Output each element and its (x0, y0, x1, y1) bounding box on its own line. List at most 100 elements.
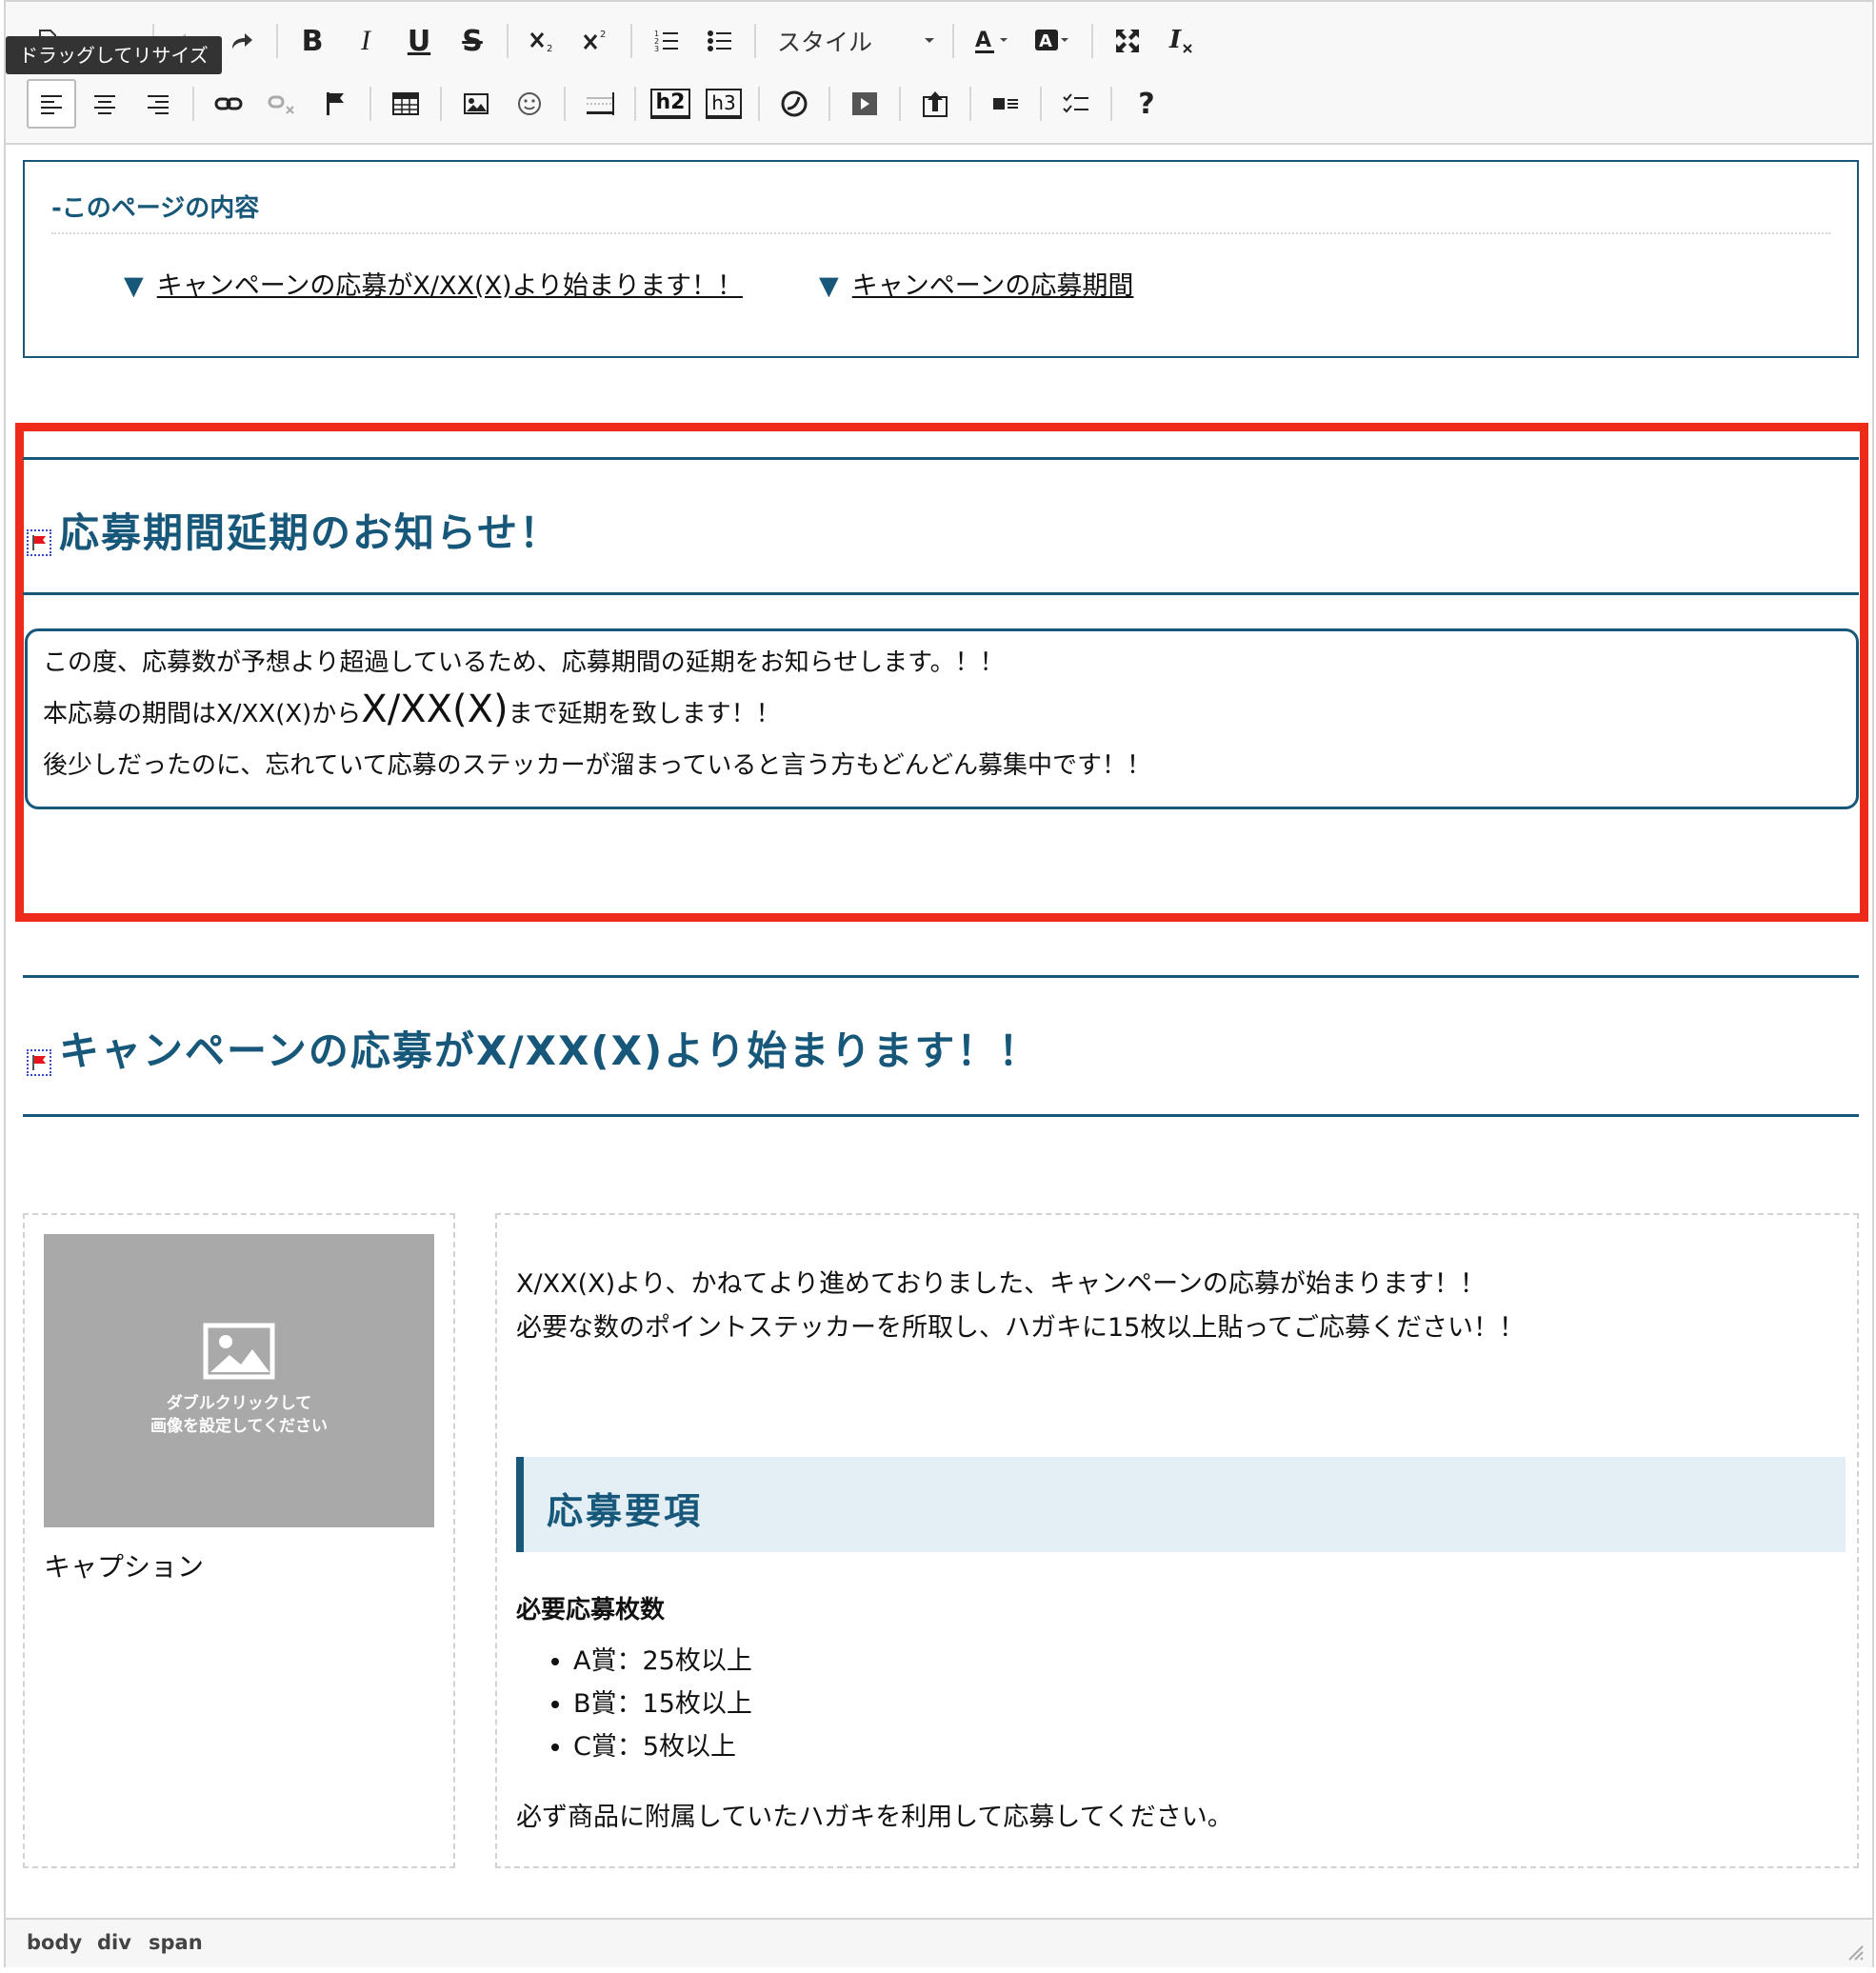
italic-button[interactable]: I (341, 16, 390, 66)
toolbar-separator (754, 24, 756, 58)
strikethrough-button[interactable]: S (448, 16, 497, 66)
layout-block-button[interactable] (981, 79, 1030, 129)
element-path-bar: body div span (6, 1918, 1872, 1967)
bulleted-list-icon (708, 30, 731, 51)
toc-title: -このページの内容 (51, 194, 260, 223)
list-item: A賞：25枚以上 (573, 1640, 752, 1683)
editor-content[interactable]: -このページの内容 ▼ キャンペーンの応募がX/XX(X)より始まります！！ ▼ キ… (6, 145, 1872, 1916)
unlink-button[interactable] (257, 79, 307, 129)
checklist-button[interactable] (1051, 79, 1101, 129)
h2-icon: h2 (649, 89, 691, 119)
link-button[interactable] (204, 79, 253, 129)
path-item-body[interactable]: body (27, 1931, 82, 1954)
toc-link[interactable]: ▼ キャンペーンの応募期間 (819, 265, 1133, 302)
intro-line-2: 必要な数のポイントステッカーを所取し、ハガキに15枚以上貼ってご応募ください！！ (516, 1313, 1526, 1343)
toc-link-label[interactable]: キャンペーンの応募期間 (852, 271, 1134, 301)
path-item-span[interactable]: span (149, 1931, 203, 1954)
underline-button[interactable]: U (394, 16, 444, 66)
toc-link[interactable]: ▼ キャンペーンの応募がX/XX(X)より始まります！！ (124, 265, 743, 302)
toolbar-separator (564, 87, 566, 121)
upload-icon (923, 91, 948, 117)
toolbar-separator (507, 24, 509, 58)
text-column: X/XX(X)より、かねてより進めておりました、キャンペーンの応募が始まります！… (495, 1213, 1859, 1868)
horizontal-rule-button[interactable] (575, 79, 625, 129)
video-icon (852, 92, 877, 115)
notice-line-2-post: まで延期を致します！！ (508, 700, 781, 728)
unlink-icon (268, 95, 294, 114)
image-placeholder-line-2: 画像を設定してください (150, 1417, 328, 1436)
toolbar-separator (369, 87, 371, 121)
resize-handle-icon[interactable] (1846, 1943, 1865, 1962)
toolbar-separator (1040, 87, 1042, 121)
remove-format-button[interactable]: I (1156, 16, 1206, 66)
text-color-button[interactable]: A (964, 16, 1021, 66)
triangle-down-icon: ▼ (124, 271, 144, 301)
video-button[interactable] (840, 79, 889, 129)
anchor-flag-icon[interactable] (27, 529, 51, 556)
section-heading-box: 応募要項 (516, 1457, 1846, 1552)
svg-text:2: 2 (547, 44, 552, 53)
heading-bottom-rule (23, 592, 1859, 595)
italic-icon: I (361, 25, 370, 56)
image-icon (203, 1323, 275, 1380)
flag-icon (327, 92, 344, 115)
toolbar-row-2: h2 h3 ? (25, 76, 1173, 131)
maximize-button[interactable] (1103, 16, 1152, 66)
heading-h2-button[interactable]: h2 (646, 79, 695, 129)
toc-link-label[interactable]: キャンペーンの応募がX/XX(X)より始まります！！ (157, 271, 743, 301)
svg-text:I: I (1168, 28, 1182, 54)
editor-toolbar: B I U S 2 2 123 スタイル A A I ドラッグしてリサイズ h2… (6, 2, 1872, 145)
help-icon: ? (1138, 87, 1155, 121)
toolbar-separator (952, 24, 954, 58)
align-center-button[interactable] (80, 79, 130, 129)
svg-text:2: 2 (600, 30, 606, 40)
image-placeholder[interactable]: ダブルクリックして 画像を設定してください (44, 1234, 434, 1527)
wysiwyg-editor: B I U S 2 2 123 スタイル A A I ドラッグしてリサイズ h2… (4, 0, 1874, 1967)
toolbar-separator (1110, 87, 1112, 121)
remove-format-icon: I (1168, 28, 1192, 54)
notice-line-1: この度、応募数が予想より超過しているため、応募期間の延期をお知らせします。！！ (43, 648, 1005, 677)
image-caption[interactable]: キャプション (44, 1546, 204, 1584)
toolbar-separator (828, 87, 830, 121)
image-button[interactable] (451, 79, 501, 129)
heading-bottom-rule (23, 1114, 1859, 1117)
notice-extended-date: X/XX(X) (361, 688, 509, 731)
align-left-icon (41, 95, 62, 114)
superscript-button[interactable]: 2 (571, 16, 621, 66)
heading-top-rule (23, 975, 1859, 978)
notice-line-3: 後少しだったのに、忘れていて応募のステッカーが溜まっていると言う方もどんどん募集… (43, 751, 1152, 780)
notice-line-2: 本応募の期間はX/XX(X)からX/XX(X)まで延期を致します！！ (43, 690, 781, 728)
table-button[interactable] (381, 79, 430, 129)
subscript-button[interactable]: 2 (518, 16, 568, 66)
heading-h3-button[interactable]: h3 (699, 79, 748, 129)
section-heading: 応募要項 (547, 1490, 704, 1532)
chevron-down-icon (925, 38, 934, 43)
bulleted-list-button[interactable] (695, 16, 745, 66)
bold-icon: B (301, 24, 324, 58)
toolbar-separator (440, 87, 442, 121)
emoji-button[interactable] (505, 79, 554, 129)
align-left-button[interactable] (27, 79, 76, 129)
block-layout-icon (993, 98, 1018, 110)
anchor-flag-icon[interactable] (27, 1049, 51, 1076)
background-color-button[interactable]: A (1025, 16, 1082, 66)
upload-button[interactable] (910, 79, 960, 129)
align-right-button[interactable] (133, 79, 183, 129)
toc-divider (51, 232, 1830, 234)
notice-box: この度、応募数が予想より超過しているため、応募期間の延期をお知らせします。！！ … (25, 628, 1859, 809)
table-icon (392, 92, 419, 115)
style-dropdown[interactable]: スタイル (764, 19, 945, 63)
bold-button[interactable]: B (288, 16, 337, 66)
numbered-list-button[interactable]: 123 (642, 16, 691, 66)
circle-swirl-icon (781, 90, 808, 117)
path-item-div[interactable]: div (97, 1931, 131, 1954)
toolbar-separator (630, 24, 632, 58)
youtube-button[interactable] (769, 79, 819, 129)
help-button[interactable]: ? (1122, 79, 1171, 129)
intro-line-1: X/XX(X)より、かねてより進めておりました、キャンペーンの応募が始まります！… (516, 1269, 1486, 1299)
anchor-button[interactable] (310, 79, 360, 129)
redo-button[interactable] (217, 16, 267, 66)
list-item: C賞：5枚以上 (573, 1725, 752, 1768)
image-icon (464, 93, 489, 114)
notice-heading: 応募期間延期のお知らせ！ (59, 509, 562, 556)
